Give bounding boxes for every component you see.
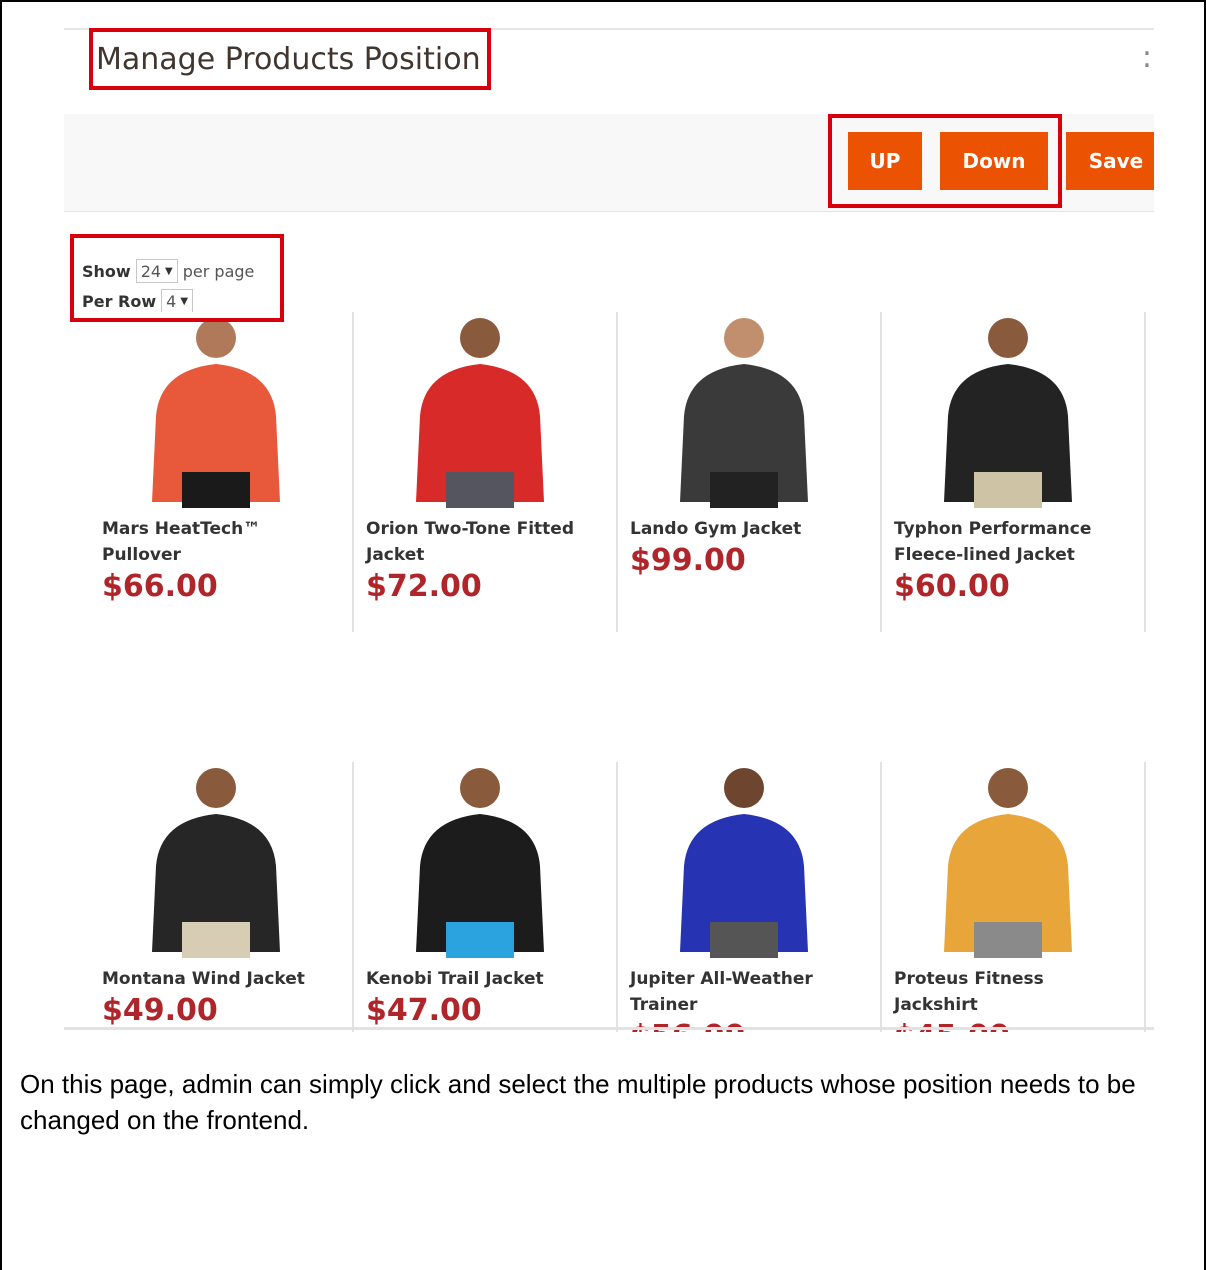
pager-controls: Show 24 ▼ per page Per Row 4 ▼ <box>82 256 254 316</box>
column-divider <box>1144 312 1146 632</box>
product-price: $47.00 <box>366 993 482 1028</box>
product-name: Orion Two-Tone Fitted Jacket <box>366 519 574 565</box>
per-page-suffix: per page <box>182 261 255 281</box>
per-page-row: Show 24 ▼ per page <box>82 256 254 286</box>
product-name: Montana Wind Jacket <box>102 969 305 989</box>
top-divider <box>64 28 1154 30</box>
product-photo <box>680 768 808 958</box>
product-price: $49.00 <box>102 993 218 1028</box>
caption-text: On this page, admin can simply click and… <box>20 1069 1136 1135</box>
product-photo <box>944 318 1072 508</box>
dropdown-arrow-icon: ▼ <box>165 265 173 277</box>
product-card[interactable]: Orion Two-Tone Fitted Jacket $72.00 <box>354 312 606 630</box>
per-page-value: 24 <box>140 261 162 281</box>
column-divider <box>1144 762 1146 1032</box>
product-card[interactable]: Kenobi Trail Jacket $47.00 <box>354 762 606 1032</box>
product-photo <box>416 768 544 958</box>
admin-screenshot: Manage Products Position : UP Down Save … <box>64 28 1154 1032</box>
action-toolbar: UP Down Save <box>64 114 1154 212</box>
product-card[interactable]: Mars HeatTech™ Pullover $66.00 <box>90 312 342 630</box>
product-photo <box>944 768 1072 958</box>
product-photo <box>680 318 808 508</box>
product-name: Proteus Fitness Jackshirt <box>894 969 1044 1015</box>
product-price: $60.00 <box>894 569 1010 604</box>
product-info: Mars HeatTech™ Pullover $66.00 <box>102 516 328 606</box>
dropdown-arrow-icon: ▼ <box>180 295 189 307</box>
product-card[interactable]: Jupiter All-Weather Trainer $56.99 <box>618 762 870 1032</box>
product-info: Kenobi Trail Jacket $47.00 <box>366 966 592 1030</box>
per-row-value: 4 <box>166 291 177 311</box>
product-card[interactable]: Montana Wind Jacket $49.00 <box>90 762 342 1032</box>
product-photo <box>152 318 280 508</box>
product-info: Jupiter All-Weather Trainer $56.99 <box>630 966 856 1032</box>
bottom-divider <box>64 1027 1154 1030</box>
product-price: $72.00 <box>366 569 482 604</box>
per-page-select[interactable]: 24 ▼ <box>135 259 178 283</box>
product-price: $99.00 <box>630 543 746 578</box>
column-divider <box>616 762 618 1032</box>
product-info: Montana Wind Jacket $49.00 <box>102 966 328 1030</box>
product-name: Typhon Performance Fleece-lined Jacket <box>894 519 1092 565</box>
product-name: Mars HeatTech™ Pullover <box>102 519 261 565</box>
product-photo <box>416 318 544 508</box>
column-divider <box>352 312 354 632</box>
product-name: Jupiter All-Weather Trainer <box>630 969 813 1015</box>
product-card[interactable]: Lando Gym Jacket $99.00 <box>618 312 870 630</box>
show-label: Show <box>82 261 131 281</box>
down-button[interactable]: Down <box>940 132 1048 190</box>
up-button[interactable]: UP <box>848 132 922 190</box>
product-name: Kenobi Trail Jacket <box>366 969 544 989</box>
product-info: Orion Two-Tone Fitted Jacket $72.00 <box>366 516 592 606</box>
per-row-select[interactable]: 4 ▼ <box>161 289 194 313</box>
product-info: Typhon Performance Fleece-lined Jacket $… <box>894 516 1120 606</box>
product-info: Lando Gym Jacket $99.00 <box>630 516 856 580</box>
column-divider <box>880 312 882 632</box>
product-name: Lando Gym Jacket <box>630 519 802 539</box>
column-divider <box>880 762 882 1032</box>
page-title: Manage Products Position <box>96 42 481 77</box>
product-info: Proteus Fitness Jackshirt $45.00 <box>894 966 1120 1032</box>
product-price: $66.00 <box>102 569 218 604</box>
save-button[interactable]: Save <box>1066 132 1154 190</box>
product-photo <box>152 768 280 958</box>
header-edge-glyph: : <box>1141 40 1152 75</box>
product-card[interactable]: Proteus Fitness Jackshirt $45.00 <box>882 762 1134 1032</box>
product-card[interactable]: Typhon Performance Fleece-lined Jacket $… <box>882 312 1134 630</box>
per-row-label: Per Row <box>82 291 157 311</box>
column-divider <box>352 762 354 1032</box>
column-divider <box>616 312 618 632</box>
